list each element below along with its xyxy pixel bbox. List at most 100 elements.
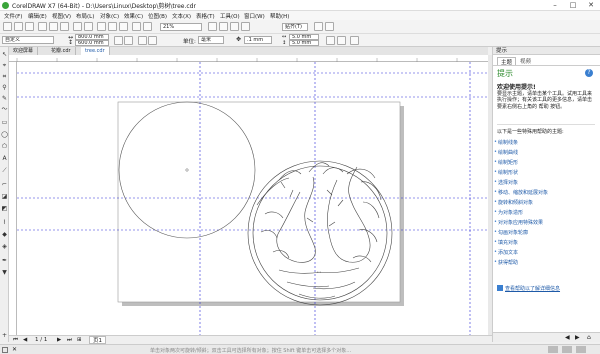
snap-settings-icon[interactable] xyxy=(337,36,346,45)
all-pages-icon[interactable] xyxy=(138,36,147,45)
link-move-scale-objects[interactable]: 移动、缩放和延展对象 xyxy=(494,189,548,196)
units-select[interactable]: 毫米 xyxy=(198,36,224,44)
link-shape-objects[interactable]: 为对象造形 xyxy=(494,209,523,216)
paste-icon[interactable] xyxy=(60,22,69,31)
maximize-button[interactable]: □ xyxy=(564,0,582,10)
minimize-button[interactable]: – xyxy=(546,0,564,10)
transparency-icon[interactable]: ◩ xyxy=(1,205,8,212)
save-icon[interactable] xyxy=(25,22,34,31)
shape-tool-icon[interactable]: ⌖ xyxy=(1,62,8,69)
ellipse-tool-icon[interactable]: ◯ xyxy=(1,131,8,138)
menu-file[interactable]: 文件(F) xyxy=(4,12,22,20)
grid-icon[interactable] xyxy=(230,22,239,31)
tab-page-1[interactable]: 页1 xyxy=(89,336,106,344)
crop-tool-icon[interactable]: ⌗ xyxy=(1,73,8,80)
menu-tools[interactable]: 工具(O) xyxy=(220,12,240,20)
help-icon[interactable]: ? xyxy=(585,69,593,77)
text-tool-icon[interactable]: A xyxy=(1,155,8,162)
artistic-media-icon[interactable]: 〜 xyxy=(1,106,8,113)
zoom-level-select[interactable]: 21% xyxy=(160,23,202,31)
menu-view[interactable]: 视图(V) xyxy=(52,12,71,20)
link-fill-objects[interactable]: 填充对象 xyxy=(494,239,518,246)
rulers-icon[interactable] xyxy=(219,22,228,31)
connector-tool-icon[interactable]: ⌐ xyxy=(1,181,8,188)
tab-huaban[interactable]: 花瓣.cdr xyxy=(47,47,76,55)
first-page-icon[interactable]: ⏮ xyxy=(13,337,18,344)
copy-icon[interactable] xyxy=(49,22,58,31)
parallel-dimension-icon[interactable]: ⟋ xyxy=(1,167,8,174)
freehand-tool-icon[interactable]: ✎ xyxy=(1,95,8,102)
color-eyedropper-icon[interactable]: ⌇ xyxy=(1,219,8,226)
next-page-icon[interactable]: ▶ xyxy=(57,337,61,343)
options-icon[interactable] xyxy=(325,22,334,31)
home-icon[interactable]: ⌂ xyxy=(587,334,591,341)
title-bar: CorelDRAW X7 (64-Bit) - D:\Users\Linux\D… xyxy=(0,0,600,11)
page-preset-select[interactable]: 自定义 xyxy=(2,36,54,44)
guidelines-icon[interactable] xyxy=(241,22,250,31)
cut-icon[interactable] xyxy=(38,22,47,31)
next-icon[interactable]: ▶ xyxy=(575,334,580,341)
redo-icon[interactable] xyxy=(84,22,93,31)
polygon-tool-icon[interactable]: ⬠ xyxy=(1,143,8,150)
link-special-effects[interactable]: 对对象应用特殊效果 xyxy=(494,219,543,226)
link-draw-lines[interactable]: 绘制线条 xyxy=(494,139,518,146)
link-draw-rectangles[interactable]: 绘制矩形 xyxy=(494,159,518,166)
treat-as-filled-icon[interactable] xyxy=(326,36,335,45)
search-content-icon[interactable] xyxy=(97,22,106,31)
full-screen-icon[interactable] xyxy=(208,22,217,31)
tab-videos[interactable]: 视频 xyxy=(517,57,534,65)
link-draw-curves[interactable]: 绘制曲线 xyxy=(494,149,518,156)
link-add-text[interactable]: 添加文本 xyxy=(494,249,518,256)
portrait-icon[interactable] xyxy=(114,36,123,45)
duplicate-y-input[interactable]: 5.0 mm xyxy=(289,40,319,46)
menu-object[interactable]: 对象(C) xyxy=(100,12,119,20)
drop-shadow-icon[interactable]: ◪ xyxy=(1,193,8,200)
current-page-icon[interactable] xyxy=(148,36,157,45)
export-icon[interactable] xyxy=(119,22,128,31)
menu-layout[interactable]: 布局(L) xyxy=(76,12,94,20)
add-page-icon[interactable]: ⊞ xyxy=(77,337,82,343)
snap-to-select[interactable]: 贴齐(T) xyxy=(282,23,308,31)
tab-welcome-screen[interactable]: 欢迎屏幕 xyxy=(9,47,39,55)
link-select-objects[interactable]: 选择对象 xyxy=(494,179,518,186)
fill-icon[interactable]: ▼ xyxy=(1,269,8,276)
menu-table[interactable]: 表格(T) xyxy=(196,12,215,20)
menu-effects[interactable]: 效果(C) xyxy=(124,12,143,20)
prev-page-icon[interactable]: ◀ xyxy=(23,337,27,343)
undo-icon[interactable] xyxy=(73,22,82,31)
footer-help-link[interactable]: 查看帮助以了解详细信息 xyxy=(505,285,560,292)
add-tool-icon[interactable]: + xyxy=(1,332,8,339)
pick-tool-icon[interactable]: ↖ xyxy=(1,51,8,58)
nudge-distance-input[interactable]: .1 mm xyxy=(244,36,272,44)
color-palette-icon[interactable]: ✕ xyxy=(12,346,17,353)
new-document-icon[interactable] xyxy=(3,22,12,31)
link-outline-objects[interactable]: 勾画对象轮廓 xyxy=(494,229,528,236)
prev-icon[interactable]: ◀ xyxy=(565,334,570,341)
link-rotate-skew-objects[interactable]: 旋转和倾斜对象 xyxy=(494,199,533,206)
close-button[interactable]: ✕ xyxy=(582,0,600,10)
drawing-canvas[interactable] xyxy=(17,62,488,335)
document-options-icon[interactable] xyxy=(350,36,359,45)
import-icon[interactable] xyxy=(108,22,117,31)
settings-icon[interactable] xyxy=(314,22,323,31)
tab-tree[interactable]: tree.cdr xyxy=(81,47,110,55)
outline-pen-icon[interactable]: ✒ xyxy=(1,257,8,264)
menu-window[interactable]: 窗口(W) xyxy=(244,12,265,20)
page-height-input[interactable]: 600.0 mm xyxy=(75,40,109,46)
no-color-swatch-icon[interactable] xyxy=(2,347,8,353)
link-draw-shapes[interactable]: 绘制形状 xyxy=(494,169,518,176)
zoom-tool-icon[interactable]: ⚲ xyxy=(1,84,8,91)
app-launcher-icon[interactable] xyxy=(132,22,141,31)
rectangle-tool-icon[interactable]: ▭ xyxy=(1,119,8,126)
menu-text[interactable]: 文本(X) xyxy=(172,12,191,20)
menu-help[interactable]: 帮助(H) xyxy=(270,12,289,20)
menu-edit[interactable]: 编辑(E) xyxy=(28,12,47,20)
link-get-help[interactable]: 获得帮助 xyxy=(494,259,518,266)
last-page-icon[interactable]: ⏭ xyxy=(67,337,72,344)
menu-bitmap[interactable]: 位图(B) xyxy=(148,12,167,20)
interactive-fill-icon[interactable]: ◆ xyxy=(1,231,8,238)
landscape-icon[interactable] xyxy=(124,36,133,45)
open-icon[interactable] xyxy=(14,22,23,31)
welcome-screen-icon[interactable] xyxy=(143,22,152,31)
smart-fill-icon[interactable]: ◈ xyxy=(1,243,8,250)
